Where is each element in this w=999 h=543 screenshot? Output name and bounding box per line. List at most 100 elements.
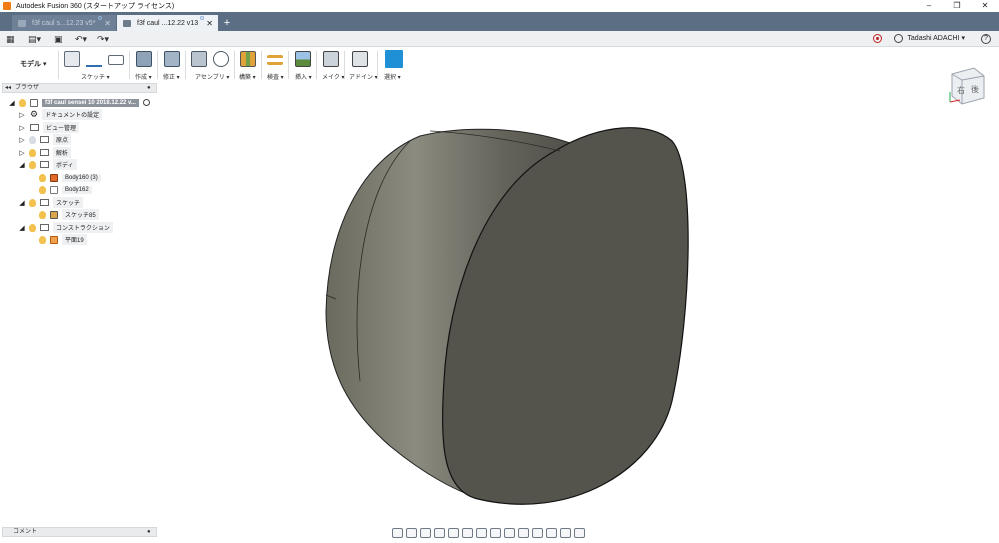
group-select[interactable]: 選択 ▾ [384, 72, 401, 81]
3d-print-icon[interactable] [323, 51, 339, 67]
undo-icon[interactable]: ↶▾ [75, 33, 87, 45]
viewcube[interactable]: 右 後 [946, 64, 986, 106]
visibility-bulb-icon[interactable] [39, 185, 46, 194]
body-icon [50, 173, 58, 182]
tree-item-body162[interactable]: Body162 [36, 184, 92, 195]
visibility-bulb-icon[interactable] [29, 148, 36, 157]
zoom-icon[interactable] [434, 527, 445, 538]
visibility-bulb-icon[interactable] [29, 135, 36, 144]
minimize-button[interactable]: – [915, 0, 943, 12]
job-status-clock-icon[interactable] [894, 34, 903, 43]
browser-close-icon[interactable]: ● [147, 84, 151, 93]
group-sketch[interactable]: スケッチ ▾ [81, 72, 110, 81]
expand-triangle-icon[interactable]: ▷ [18, 124, 26, 132]
tree-item-plane19[interactable]: 平面19 [36, 234, 87, 245]
viewcube-face-back[interactable]: 後 [971, 84, 979, 94]
tree-item-bodies[interactable]: ◢ ボディ [18, 159, 77, 170]
visibility-bulb-icon[interactable] [19, 98, 26, 107]
measure-icon[interactable] [267, 55, 283, 65]
effects-icon[interactable] [574, 527, 585, 538]
shaded-view-icon[interactable] [504, 527, 515, 538]
tree-item-sketch85[interactable]: スケッチ85 [36, 209, 99, 220]
visibility-bulb-icon[interactable] [29, 160, 36, 169]
extrude-icon[interactable] [136, 51, 152, 67]
tree-root[interactable]: ◢ f3f caul sensei 10 2018.12.22 v... [8, 97, 150, 108]
workspace-switcher[interactable]: モデル ▾ [20, 59, 46, 69]
tab-close-icon[interactable]: ✕ [206, 19, 213, 28]
tree-item-body160[interactable]: Body160 (3) [36, 172, 101, 183]
pan-hand-icon[interactable] [420, 527, 431, 538]
group-modify[interactable]: 修正 ▾ [163, 72, 180, 81]
environment-icon[interactable] [560, 527, 571, 538]
tree-item-sketches[interactable]: ◢ スケッチ [18, 197, 84, 208]
display-settings-icon[interactable] [462, 527, 473, 538]
collapse-triangle-icon[interactable]: ◢ [18, 224, 26, 232]
press-pull-icon[interactable] [164, 51, 180, 67]
expand-triangle-icon[interactable]: ▷ [18, 111, 26, 119]
new-tab-button[interactable]: + [221, 16, 233, 30]
activate-radio-icon[interactable] [142, 99, 150, 106]
save-icon[interactable]: ▣ [54, 33, 63, 45]
group-addins[interactable]: アドイン ▾ [349, 72, 378, 81]
tree-label: コンストラクション [53, 222, 113, 233]
visibility-bulb-icon[interactable] [39, 235, 46, 244]
fit-icon[interactable] [448, 527, 459, 538]
scripts-addins-icon[interactable] [352, 51, 368, 67]
redo-icon[interactable]: ↷▾ [97, 33, 109, 45]
document-tab-1[interactable]: f3f caul s...12.23 v5* ✕ [12, 15, 116, 31]
insert-image-icon[interactable] [295, 51, 311, 67]
look-at-icon[interactable] [406, 527, 417, 538]
maximize-button[interactable]: ❐ [943, 0, 971, 12]
wireframe-icon[interactable] [532, 527, 543, 538]
create-sketch-icon[interactable] [64, 51, 80, 67]
new-component-icon[interactable] [191, 51, 207, 67]
visibility-bulb-icon[interactable] [29, 198, 36, 207]
component-icon [30, 98, 38, 107]
collapse-triangle-icon[interactable]: ◢ [18, 161, 26, 169]
line-icon[interactable] [86, 51, 102, 67]
expand-triangle-icon[interactable]: ▷ [18, 136, 26, 144]
document-tab-2[interactable]: f3f caul ...12.22 v13 ✕ [117, 15, 218, 31]
file-menu-icon[interactable]: ▤▾ [28, 33, 41, 45]
tree-label: 平面19 [62, 234, 87, 245]
tree-item-analysis[interactable]: ▷ 解析 [18, 147, 72, 158]
help-icon[interactable]: ? [981, 34, 991, 44]
grid-settings-icon[interactable] [476, 527, 487, 538]
viewcube-face-right[interactable]: 右 [957, 85, 965, 95]
group-inspect[interactable]: 検査 ▾ [267, 72, 284, 81]
collapse-triangle-icon[interactable]: ◢ [18, 199, 26, 207]
tab-close-icon[interactable]: ✕ [104, 19, 111, 28]
offset-plane-icon[interactable] [240, 51, 256, 67]
joint-icon[interactable] [213, 51, 229, 67]
record-icon[interactable] [873, 34, 882, 43]
tree-item-construction[interactable]: ◢ コンストラクション [18, 222, 113, 233]
group-create[interactable]: 作成 ▾ [135, 72, 152, 81]
visibility-bulb-icon[interactable] [29, 223, 36, 232]
orbit-icon[interactable] [392, 527, 403, 538]
tree-item-origin[interactable]: ▷ 原点 [18, 134, 72, 145]
collapse-triangle-icon[interactable]: ◢ [8, 99, 16, 107]
tree-label: 原点 [53, 134, 72, 145]
expand-triangle-icon[interactable]: ▷ [18, 149, 26, 157]
tree-item-document-settings[interactable]: ▷ ⚙ ドキュメントの設定 [18, 109, 103, 120]
hidden-edges-icon[interactable] [518, 527, 529, 538]
group-insert[interactable]: 挿入 ▾ [295, 72, 312, 81]
data-panel-grid-icon[interactable]: ▦ [6, 33, 15, 45]
visibility-bulb-icon[interactable] [39, 173, 46, 182]
browser-collapse-icon[interactable]: ◂◂ [5, 84, 11, 93]
tree-item-named-views[interactable]: ▷ ビュー管理 [18, 122, 80, 133]
comment-add-icon[interactable]: ● [147, 528, 151, 537]
group-assemble[interactable]: アセンブリ ▾ [195, 72, 229, 81]
rectangle-icon[interactable] [108, 55, 124, 65]
visual-style-icon[interactable] [546, 527, 557, 538]
close-button[interactable]: ✕ [971, 0, 999, 12]
group-construct[interactable]: 構築 ▾ [239, 72, 256, 81]
quick-access-toolbar: ▦ ▤▾ ▣ ↶▾ ↷▾ Tadashi ADACHI ▾ ? [0, 31, 999, 47]
canvas-viewport[interactable] [160, 81, 999, 541]
select-cursor-icon[interactable] [385, 50, 403, 68]
viewports-icon[interactable] [490, 527, 501, 538]
visibility-bulb-icon[interactable] [39, 210, 46, 219]
user-menu[interactable]: Tadashi ADACHI ▾ [907, 33, 965, 45]
model-body-render[interactable] [160, 81, 999, 541]
group-make[interactable]: メイク ▾ [322, 72, 345, 81]
